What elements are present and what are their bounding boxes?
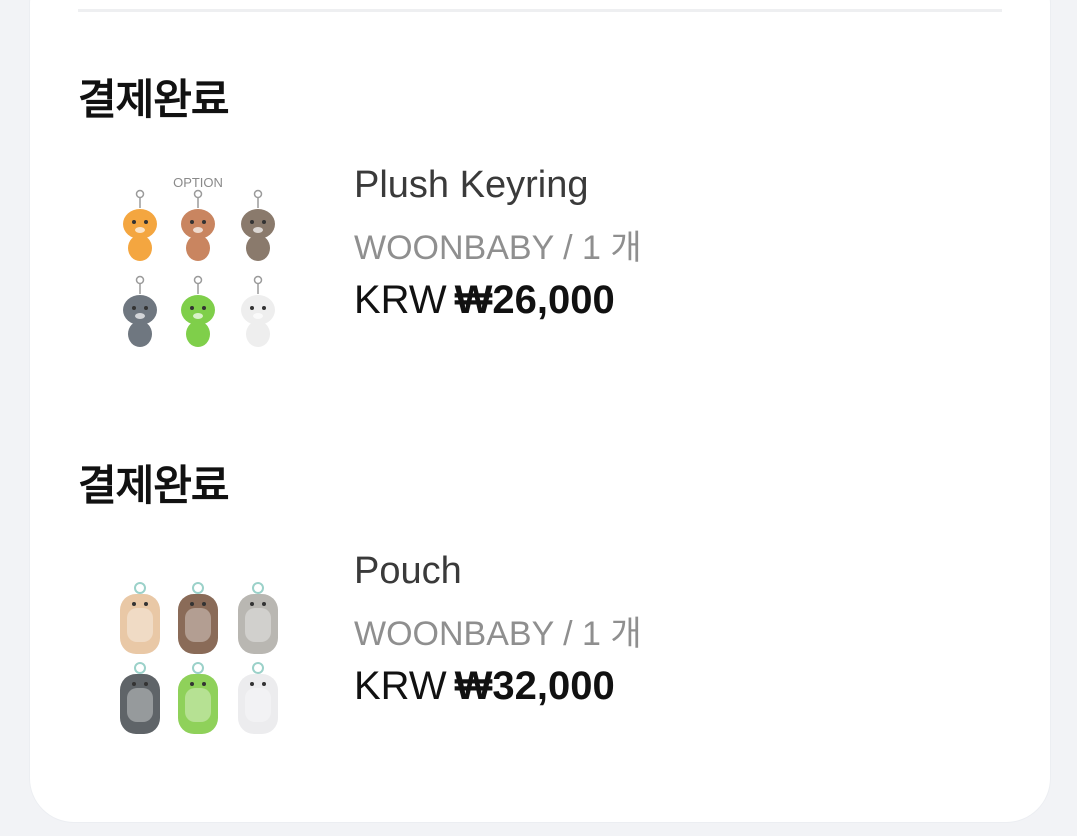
quantity: 1 개: [582, 229, 642, 267]
plush-figure: [181, 189, 215, 261]
plush-keyring-image: OPTION: [123, 175, 275, 347]
meta-separator: /: [563, 615, 573, 653]
divider: [78, 9, 1002, 12]
product-price: KRW ₩32,000: [354, 664, 615, 709]
pouch-figure: [120, 582, 160, 654]
pouch-figure: [178, 582, 218, 654]
product-name[interactable]: Pouch: [354, 550, 462, 593]
plush-figure: [123, 189, 157, 261]
plush-figure: [123, 275, 157, 347]
brand-name: WOONBABY: [354, 229, 554, 267]
currency-code: KRW: [354, 664, 447, 708]
product-name[interactable]: Plush Keyring: [354, 164, 588, 207]
order-status: 결제완료: [78, 75, 230, 124]
product-thumbnail[interactable]: OPTION: [104, 168, 300, 364]
product-meta: WOONBABY / 1 개: [354, 220, 642, 269]
order-status: 결제완료: [78, 461, 230, 510]
plush-figure: [241, 189, 275, 261]
plush-figure: [241, 275, 275, 347]
quantity: 1 개: [582, 615, 642, 653]
currency-code: KRW: [354, 278, 447, 322]
thumbnail-caption: OPTION: [173, 175, 223, 190]
pouch-figure: [238, 662, 278, 734]
pouch-figure: [178, 662, 218, 734]
pouch-figure: [120, 662, 160, 734]
price-amount: ₩32,000: [454, 664, 615, 708]
product-price: KRW ₩26,000: [354, 278, 615, 323]
pouch-figure: [238, 582, 278, 654]
meta-separator: /: [563, 229, 573, 267]
pouch-image: [120, 582, 278, 734]
price-amount: ₩26,000: [454, 278, 615, 322]
plush-figure: [181, 275, 215, 347]
brand-name: WOONBABY: [354, 615, 554, 653]
product-meta: WOONBABY / 1 개: [354, 606, 642, 655]
product-thumbnail[interactable]: [104, 570, 300, 766]
